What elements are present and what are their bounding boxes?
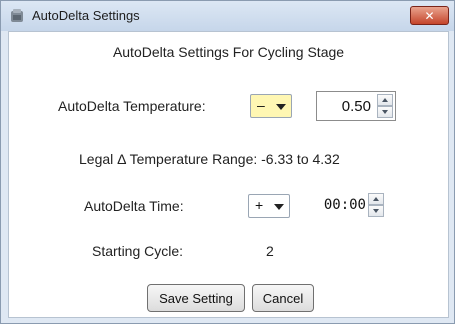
cancel-button[interactable]: Cancel bbox=[252, 284, 314, 312]
arrow-down-icon bbox=[373, 209, 379, 213]
time-sign-select[interactable]: + bbox=[248, 194, 290, 218]
close-icon: ✕ bbox=[424, 8, 435, 23]
temperature-spinner[interactable]: 0.50 bbox=[316, 91, 396, 121]
window-title: AutoDelta Settings bbox=[32, 8, 140, 23]
close-button[interactable]: ✕ bbox=[410, 6, 449, 25]
starting-cycle-value: 2 bbox=[266, 243, 274, 259]
title-bar[interactable]: AutoDelta Settings ✕ bbox=[1, 1, 454, 31]
time-sign-value: + bbox=[255, 197, 264, 213]
time-spin-buttons bbox=[368, 193, 384, 217]
arrow-down-icon bbox=[382, 110, 388, 114]
arrow-up-icon bbox=[382, 98, 388, 102]
spin-down-button[interactable] bbox=[368, 205, 384, 217]
temperature-value: 0.50 bbox=[341, 98, 371, 115]
spin-up-button[interactable] bbox=[377, 94, 393, 106]
time-spinner[interactable]: 00:00 bbox=[322, 191, 386, 221]
app-icon bbox=[11, 9, 23, 22]
dialog-heading: AutoDelta Settings For Cycling Stage bbox=[112, 44, 345, 60]
chevron-down-icon bbox=[274, 204, 284, 210]
dialog-window: AutoDelta Settings ✕ AutoDelta Settings … bbox=[0, 0, 455, 324]
dialog-body: AutoDelta Settings For Cycling Stage Aut… bbox=[8, 31, 449, 318]
spin-up-button[interactable] bbox=[368, 193, 384, 205]
spin-down-button[interactable] bbox=[377, 106, 393, 118]
legal-range-text: Legal Δ Temperature Range: -6.33 to 4.32 bbox=[79, 151, 340, 167]
arrow-up-icon bbox=[373, 197, 379, 201]
chevron-down-icon bbox=[276, 104, 286, 110]
save-setting-button[interactable]: Save Setting bbox=[147, 284, 245, 312]
starting-cycle-label: Starting Cycle: bbox=[92, 243, 184, 259]
temperature-spin-buttons bbox=[377, 94, 393, 118]
autodelta-temperature-label: AutoDelta Temperature: bbox=[58, 98, 206, 114]
time-value: 00:00 bbox=[323, 197, 366, 213]
temperature-sign-value: – bbox=[257, 97, 265, 113]
temperature-sign-select[interactable]: – bbox=[250, 94, 292, 118]
autodelta-time-label: AutoDelta Time: bbox=[84, 198, 184, 214]
